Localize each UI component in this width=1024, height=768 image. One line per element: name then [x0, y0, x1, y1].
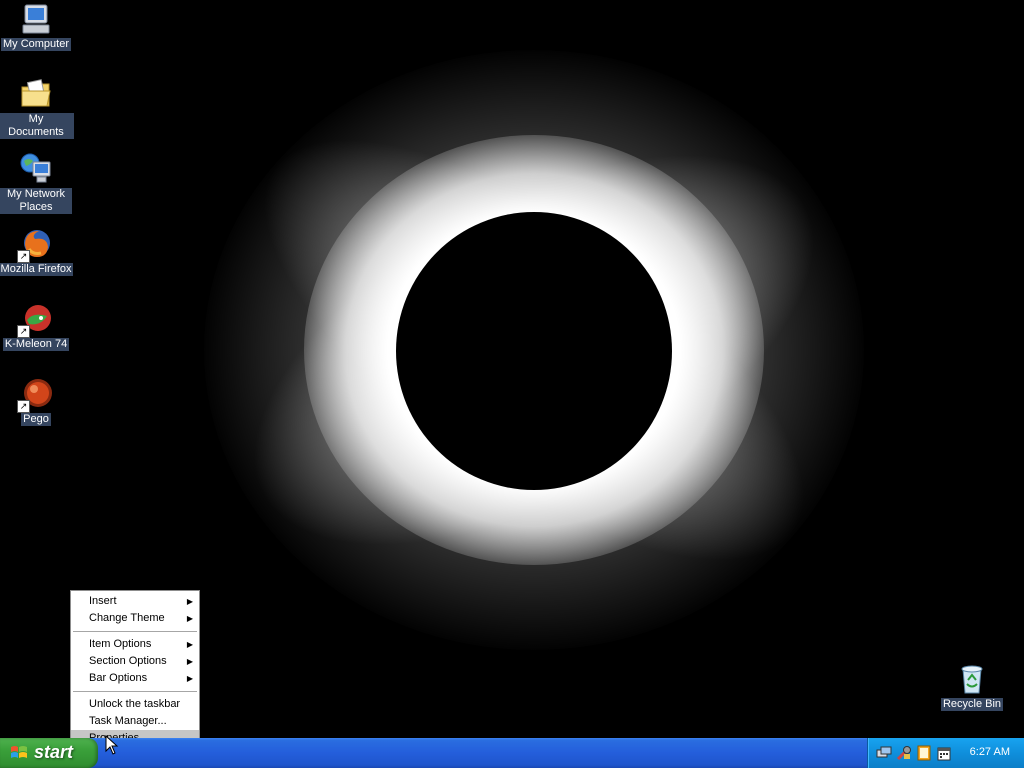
network-places-icon	[19, 152, 53, 186]
desktop-icon-label: Recycle Bin	[940, 698, 1004, 711]
desktop-icon-label: Mozilla Firefox	[0, 263, 74, 276]
menu-item-change-theme[interactable]: Change Theme ▶	[71, 610, 199, 627]
desktop-icon-my-computer[interactable]: My Computer	[0, 2, 74, 51]
submenu-arrow-icon: ▶	[186, 657, 193, 666]
menu-item-label: Task Manager...	[89, 715, 167, 727]
desktop-icon-my-network-places[interactable]: My Network Places	[0, 152, 74, 214]
system-tray: 6:27 AM	[867, 738, 1024, 768]
taskbar-clock[interactable]: 6:27 AM	[970, 746, 1010, 758]
desktop-icon-my-documents[interactable]: My Documents	[0, 77, 74, 139]
documents-folder-icon	[19, 77, 53, 111]
desktop-icon-label: My Documents	[0, 113, 74, 139]
recycle-bin-icon	[955, 662, 989, 696]
desktop-icon-label: Pego	[21, 413, 51, 426]
computer-icon	[19, 2, 53, 36]
shortcut-arrow-icon: ↗	[17, 400, 30, 413]
k-meleon-icon: ↗	[17, 302, 53, 338]
menu-item-label: Unlock the taskbar	[89, 698, 181, 710]
menu-item-label: Bar Options	[89, 672, 148, 684]
menu-separator	[73, 631, 197, 632]
submenu-arrow-icon: ▶	[186, 674, 193, 683]
menu-item-label: Section Options	[89, 655, 167, 667]
start-button[interactable]: start	[0, 738, 98, 768]
eclipse-moon	[396, 212, 672, 490]
taskbar-context-menu: Insert ▶ Change Theme ▶ Item Options ▶ S…	[70, 590, 200, 747]
desktop-icon-label: My Computer	[0, 38, 72, 51]
tools-icon[interactable]	[896, 745, 912, 761]
desktop-icon-k-meleon[interactable]: ↗ K-Meleon 74	[0, 302, 74, 351]
menu-item-item-options[interactable]: Item Options ▶	[71, 636, 199, 653]
menu-item-section-options[interactable]: Section Options ▶	[71, 653, 199, 670]
notes-icon[interactable]	[916, 745, 932, 761]
desktop-icon-recycle-bin[interactable]: Recycle Bin	[934, 662, 1010, 711]
pego-icon: ↗	[17, 377, 53, 413]
menu-item-label: Change Theme	[89, 612, 165, 624]
submenu-arrow-icon: ▶	[186, 614, 193, 623]
menu-separator	[73, 691, 197, 692]
menu-item-bar-options[interactable]: Bar Options ▶	[71, 670, 199, 687]
menu-item-insert[interactable]: Insert ▶	[71, 593, 199, 610]
submenu-arrow-icon: ▶	[186, 597, 193, 606]
firefox-icon: ↗	[17, 227, 53, 263]
menu-item-unlock-taskbar[interactable]: Unlock the taskbar	[71, 696, 199, 713]
desktop-icon-label: My Network Places	[0, 188, 72, 214]
calendar-icon[interactable]	[936, 745, 952, 761]
menu-item-task-manager[interactable]: Task Manager...	[71, 713, 199, 730]
desktop-icon-mozilla-firefox[interactable]: ↗ Mozilla Firefox	[0, 227, 74, 276]
windows-flag-icon	[10, 745, 28, 761]
taskbar[interactable]: start 6:27 AM	[0, 738, 1024, 768]
network-icon[interactable]	[876, 745, 892, 761]
menu-item-label: Item Options	[89, 638, 152, 650]
desktop-icon-label: K-Meleon 74	[2, 338, 70, 351]
submenu-arrow-icon: ▶	[186, 640, 193, 649]
mouse-cursor-icon	[105, 734, 119, 755]
shortcut-arrow-icon: ↗	[17, 325, 30, 338]
menu-item-label: Insert	[89, 595, 117, 607]
desktop-icon-pego[interactable]: ↗ Pego	[0, 377, 74, 426]
start-label: start	[34, 742, 74, 762]
shortcut-arrow-icon: ↗	[17, 250, 30, 263]
